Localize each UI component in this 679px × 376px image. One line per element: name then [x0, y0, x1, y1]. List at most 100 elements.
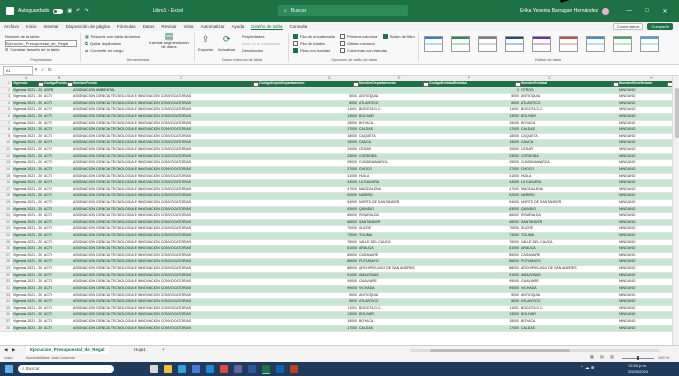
table-cell[interactable]: ASIGNACION CIENCIA TECNOLOGIA E INNOVACI…: [73, 200, 257, 206]
table-cell[interactable]: ACTI: [44, 94, 71, 100]
table-cell[interactable]: TOLIMA: [359, 233, 427, 239]
table-cell[interactable]: CAQUETA: [359, 134, 427, 140]
horizontal-scrollbar[interactable]: [410, 349, 660, 352]
table-cell[interactable]: CUNDINAMARCA: [359, 160, 427, 166]
table-cell[interactable]: NINGUNO: [619, 147, 671, 153]
table-cell[interactable]: Vigencia 2021 - 2024: [13, 233, 42, 239]
table-cell[interactable]: CESAR: [521, 147, 617, 153]
table-style-swatch[interactable]: [451, 36, 470, 52]
table-cell[interactable]: ACTI: [44, 279, 71, 285]
table-cell[interactable]: BOGOTA D.C.: [521, 306, 617, 312]
table-cell[interactable]: Vigencia 2021 - 2024: [13, 174, 42, 180]
vertical-scrollbar[interactable]: [672, 76, 679, 345]
table-cell[interactable]: NINGUNO: [619, 114, 671, 120]
table-row[interactable]: 8Vigencia 2021 - 2024ACTIASIGNACION CIEN…: [0, 127, 672, 134]
table-cell[interactable]: 5000: [259, 94, 357, 100]
table-cell[interactable]: Vigencia 2021 - 2024: [13, 154, 42, 160]
file-explorer-icon[interactable]: [164, 365, 172, 373]
row-number[interactable]: 26: [0, 246, 11, 252]
table-row[interactable]: 2Vigencia 2021 - 2024ASPBASIGNACION AMBI…: [0, 87, 672, 95]
table-cell[interactable]: NINGUNO: [619, 240, 671, 246]
table-cell[interactable]: BOYACA: [359, 121, 427, 127]
table-cell[interactable]: 25000: [429, 160, 519, 166]
table-style-swatch[interactable]: [640, 36, 659, 52]
table-cell[interactable]: 13000: [259, 312, 357, 318]
tab-formulas[interactable]: Fórmulas: [117, 24, 136, 29]
table-cell[interactable]: ACTI: [44, 140, 71, 146]
table-cell[interactable]: ACTI: [44, 180, 71, 186]
table-cell[interactable]: 20000: [429, 147, 519, 153]
table-cell[interactable]: 44000: [429, 180, 519, 186]
table-cell[interactable]: Vigencia 2021 - 2024: [13, 312, 42, 318]
table-cell[interactable]: SANTANDER: [359, 220, 427, 226]
filter-dropdown-icon[interactable]: [253, 81, 259, 88]
column-letter-c[interactable]: C: [180, 76, 183, 80]
table-style-swatch[interactable]: [559, 36, 578, 52]
tab-archivo[interactable]: Archivo: [4, 24, 19, 29]
table-cell[interactable]: NINGUNO: [619, 140, 671, 146]
table-style-swatch[interactable]: [505, 36, 524, 52]
teams-icon[interactable]: [234, 365, 242, 373]
column-header-cell[interactable]: NombreBeneficiario: [619, 81, 671, 87]
table-cell[interactable]: NINGUNO: [619, 293, 671, 299]
system-tray-icon[interactable]: ⌃ ☁ ⊕: [580, 365, 595, 371]
table-cell[interactable]: 81000: [259, 246, 357, 252]
table-row[interactable]: 33Vigencia 2021 - 2024ACTIASIGNACION CIE…: [0, 292, 672, 300]
table-cell[interactable]: 18000: [259, 134, 357, 140]
row-number[interactable]: 31: [0, 279, 11, 285]
table-cell[interactable]: ANTIOQUIA: [359, 293, 427, 299]
table-cell[interactable]: ACTI: [44, 326, 71, 332]
table-cell[interactable]: NINGUNO: [619, 154, 671, 160]
table-cell[interactable]: VICHADA: [521, 286, 617, 292]
table-cell[interactable]: ACTI: [44, 233, 71, 239]
table-cell[interactable]: 86000: [259, 259, 357, 265]
table-cell[interactable]: CALDAS: [359, 127, 427, 133]
tab-datos[interactable]: Datos: [143, 24, 155, 29]
table-cell[interactable]: BOGOTA D.C.: [359, 107, 427, 113]
table-cell[interactable]: 95000: [429, 279, 519, 285]
tab-consulta[interactable]: Consulta: [290, 24, 308, 29]
task-view-icon[interactable]: [150, 365, 158, 373]
table-cell[interactable]: 86000: [429, 259, 519, 265]
table-row[interactable]: 18Vigencia 2021 - 2024ACTIASIGNACION CIE…: [0, 193, 672, 200]
option-last-column[interactable]: Última columna: [340, 41, 375, 46]
table-cell[interactable]: NINGUNO: [619, 279, 671, 285]
column-letter-g[interactable]: G: [548, 76, 551, 80]
table-cell[interactable]: 8000: [259, 101, 357, 107]
table-row[interactable]: 10Vigencia 2021 - 2024ACTIASIGNACION CIE…: [0, 140, 672, 148]
row-number[interactable]: 19: [0, 199, 11, 206]
table-cell[interactable]: ACTI: [44, 114, 71, 120]
table-cell[interactable]: NINGUNO: [619, 101, 671, 107]
table-row[interactable]: 31Vigencia 2021 - 2024ACTIASIGNACION CIE…: [0, 279, 672, 286]
table-cell[interactable]: ASIGNACION AMBIENTAL: [73, 88, 257, 94]
table-row[interactable]: 34Vigencia 2021 - 2024ACTIASIGNACION CIE…: [0, 299, 672, 306]
table-cell[interactable]: ACTI: [44, 259, 71, 265]
zoom-thumb[interactable]: [637, 356, 639, 360]
remove-duplicates-button[interactable]: ⧉ Quitar duplicados: [85, 41, 121, 46]
table-cell[interactable]: ASIGNACION CIENCIA TECNOLOGIA E INNOVACI…: [73, 326, 257, 332]
page-break-icon[interactable]: ▥: [610, 354, 614, 359]
table-row[interactable]: 28Vigencia 2021 - 2024ACTIASIGNACION CIE…: [0, 259, 672, 267]
row-number[interactable]: 23: [0, 226, 11, 233]
convert-range-button[interactable]: ⇄ Convertir en rango: [85, 48, 124, 53]
table-cell[interactable]: ARCHIPIELAGO DE SAN ANDRES: [359, 266, 427, 272]
table-cell[interactable]: ACTI: [44, 160, 71, 166]
row-number[interactable]: 21: [0, 213, 11, 219]
table-row[interactable]: 26Vigencia 2021 - 2024ACTIASIGNACION CIE…: [0, 246, 672, 253]
add-sheet-button[interactable]: +: [158, 346, 169, 354]
row-number[interactable]: 12: [0, 153, 11, 160]
worksheet-grid[interactable]: A B C D E F G H 1 Vigencia CodigoFondo Nomb…: [0, 76, 672, 345]
filter-dropdown-icon[interactable]: [515, 81, 521, 88]
taskbar-search[interactable]: ⌕ Buscar: [18, 365, 114, 373]
table-style-swatch[interactable]: [478, 36, 497, 52]
column-letter-e[interactable]: E: [398, 76, 400, 80]
table-cell[interactable]: ACTI: [44, 207, 71, 213]
table-cell[interactable]: 15000: [429, 319, 519, 325]
table-cell[interactable]: Vigencia 2021 - 2024: [13, 213, 42, 219]
table-cell[interactable]: ACTI: [44, 154, 71, 160]
table-cell[interactable]: NINGUNO: [619, 107, 671, 113]
table-row[interactable]: 14Vigencia 2021 - 2024ACTIASIGNACION CIE…: [0, 166, 672, 174]
row-number[interactable]: 33: [0, 292, 11, 299]
avatar[interactable]: [602, 7, 610, 15]
table-cell[interactable]: 11001: [429, 107, 519, 113]
